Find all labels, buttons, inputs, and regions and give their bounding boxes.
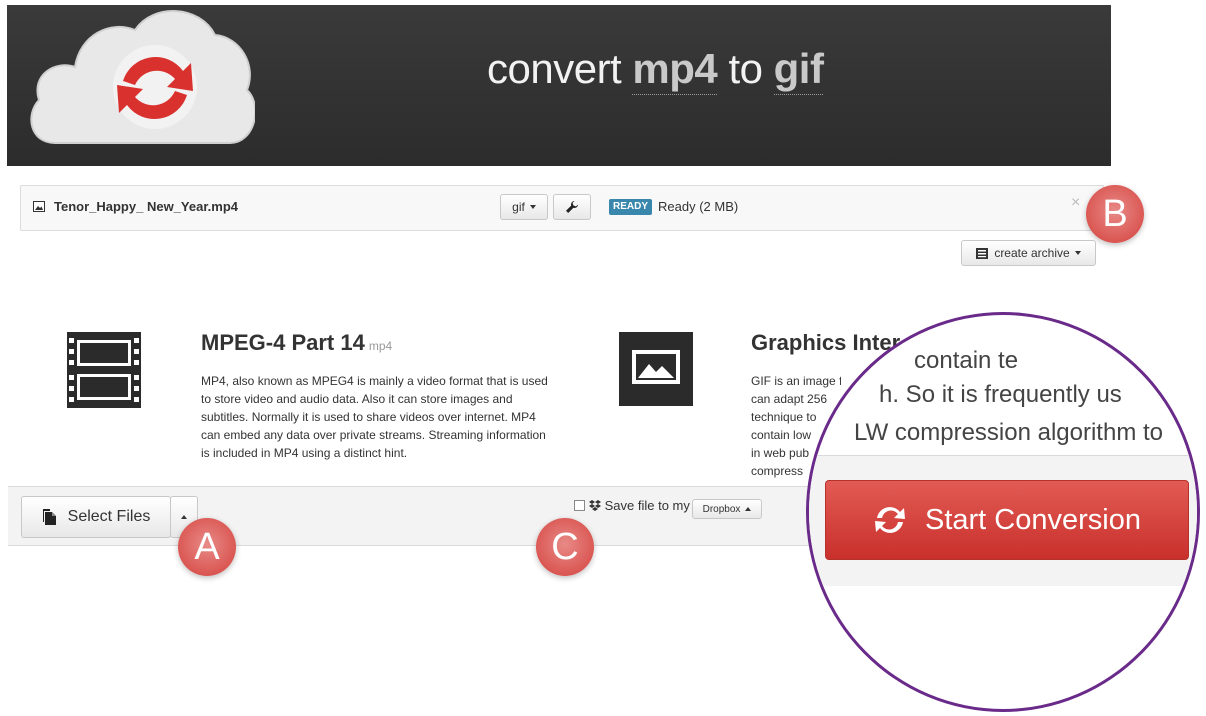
cloud-target-label: Dropbox [702,503,741,515]
save-label-text: Save file to my [604,498,690,513]
select-files-button[interactable]: Select Files [21,496,171,538]
annotation-marker-c: C [536,518,594,576]
magnifier-callout: contain te h. So it is frequently us LW … [806,312,1200,712]
remove-file-button[interactable]: × [1071,194,1080,212]
source-format-title: MPEG-4 Part 14 mp4 [201,330,392,356]
start-conversion-button[interactable]: Start Conversion [825,480,1189,560]
annotation-marker-b: B [1086,185,1144,243]
picture-icon-frame [619,332,693,406]
magnified-text-line: h. So it is frequently us [879,381,1122,408]
source-format-ext: mp4 [368,339,393,353]
save-to-label: Save file to my [589,498,690,513]
caret-up-icon [745,507,752,511]
magnified-text-line: LW compression algorithm to [854,419,1163,446]
file-name: Tenor_Happy_ New_Year.mp4 [54,199,239,214]
create-archive-button[interactable]: create archive [961,240,1096,266]
select-files-label: Select Files [67,508,151,525]
title-middle: to [728,45,763,92]
film-icon [67,332,141,408]
cloud-convert-logo [30,10,255,144]
create-archive-label: create archive [994,246,1070,260]
output-format-label: gif [512,200,525,214]
settings-button[interactable] [553,194,591,220]
source-format-description: MP4, also known as MPEG4 is mainly a vid… [201,374,548,460]
caret-up-icon [181,515,187,519]
status-badge: READY [609,199,653,215]
magnifier-content: contain te h. So it is frequently us LW … [809,315,1197,709]
picture-icon [632,350,680,384]
target-format-selector[interactable]: gif [773,45,824,95]
wrench-icon [566,201,578,213]
file-upload-icon [42,509,56,525]
source-format-selector[interactable]: mp4 [632,45,718,95]
page-title: convert mp4 to gif [487,45,824,95]
dropbox-icon [589,500,601,511]
caret-down-icon [529,205,536,209]
cloud-target-dropdown[interactable]: Dropbox [692,499,762,519]
magnified-text-line: contain te [914,347,1019,374]
file-row: Tenor_Happy_ New_Year.mp4 gif READY Read… [20,185,1104,231]
refresh-icon [875,507,905,533]
image-file-icon [33,201,45,212]
start-conversion-label: Start Conversion [925,503,1141,536]
title-prefix: convert [487,45,622,92]
caret-down-icon [1074,251,1081,255]
save-to-dropbox-checkbox[interactable] [574,500,585,511]
annotation-marker-a: A [178,518,236,576]
output-format-dropdown[interactable]: gif [500,194,548,220]
source-format-name: MPEG-4 Part 14 [201,330,365,355]
status-text: Ready (2 MB) [658,199,739,214]
header-banner: convert mp4 to gif [7,5,1111,166]
list-icon [976,247,989,259]
